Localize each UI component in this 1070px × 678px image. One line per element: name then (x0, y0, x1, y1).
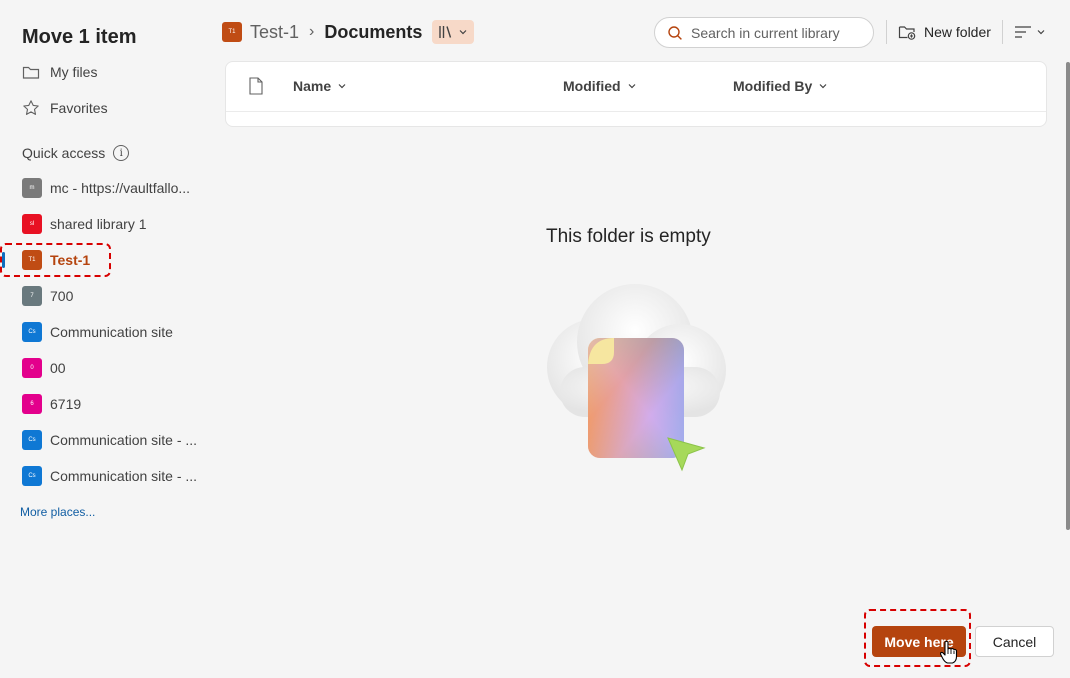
new-folder-button[interactable]: New folder (898, 20, 991, 44)
quick-access-label: Quick access (22, 145, 106, 161)
quick-access-item-label: Communication site - ... (50, 432, 198, 448)
star-icon (23, 100, 39, 115)
nav-favorites[interactable]: Favorites (22, 96, 108, 120)
quick-access-item-label: 00 (50, 360, 66, 376)
chevron-down-icon (819, 84, 827, 89)
view-options-button[interactable] (1014, 20, 1046, 44)
file-table: Name Modified Modified By (225, 61, 1047, 127)
empty-state-title: This folder is empty (546, 226, 711, 247)
quick-access-item-label: Test-1 (50, 252, 91, 268)
file-type-icon[interactable] (249, 77, 263, 95)
site-badge: Cs (22, 322, 42, 342)
chevron-down-icon (1037, 30, 1045, 35)
table-header-divider (226, 111, 1046, 112)
site-badge: Cs (22, 466, 42, 486)
site-badge: 0 (22, 358, 42, 378)
quick-access-item[interactable]: m mc - https://vaultfallo... (22, 176, 202, 200)
site-badge: sl (22, 214, 42, 234)
quick-access-item-label: 700 (50, 288, 74, 304)
breadcrumb-separator: › (309, 23, 315, 40)
quick-access-item[interactable]: 0 00 (22, 356, 202, 380)
more-places-link[interactable]: More places... (20, 505, 95, 519)
search-input[interactable] (691, 24, 861, 41)
column-header-name-label: Name (293, 78, 332, 94)
empty-folder-illustration (547, 284, 726, 472)
chevron-down-icon (338, 84, 346, 89)
nav-my-files-label: My files (50, 64, 98, 80)
chevron-down-icon (459, 30, 467, 35)
quick-access-header: Quick access i (22, 143, 130, 163)
column-header-modified-by[interactable]: Modified By (733, 76, 828, 96)
search-icon (668, 25, 682, 40)
site-badge: 7 (22, 286, 42, 306)
info-icon[interactable]: i (113, 145, 130, 161)
new-folder-icon (898, 26, 916, 40)
list-view-icon (1015, 26, 1031, 38)
scrollbar[interactable] (1066, 62, 1070, 530)
toolbar-divider (886, 20, 887, 44)
column-header-name[interactable]: Name (293, 76, 347, 96)
site-badge: Cs (22, 430, 42, 450)
folder-icon (22, 66, 40, 79)
quick-access-item[interactable]: Cs Communication site (22, 320, 202, 344)
new-folder-label: New folder (924, 24, 991, 40)
site-badge: 6 (22, 394, 42, 414)
library-icon (439, 26, 452, 38)
breadcrumb-site[interactable]: Test-1 (250, 22, 299, 43)
quick-access-item[interactable]: 6 6719 (22, 392, 202, 416)
quick-access-item[interactable]: 7 700 (22, 284, 202, 308)
breadcrumb: T1 Test-1 › Documents (222, 18, 475, 46)
breadcrumb-current: Documents (324, 21, 423, 42)
dialog-title: Move 1 item (22, 26, 137, 48)
site-badge: m (22, 178, 42, 198)
site-badge: T1 (222, 22, 242, 42)
nav-my-files[interactable]: My files (22, 60, 97, 84)
column-header-modified-by-label: Modified By (733, 78, 813, 94)
quick-access-item[interactable]: Cs Communication site - ... (22, 464, 202, 488)
quick-access-item-label: shared library 1 (50, 216, 147, 232)
library-switcher-button[interactable] (432, 20, 475, 44)
nav-favorites-label: Favorites (50, 100, 108, 116)
sidebar: Move 1 item My files Favorites Quick acc… (0, 0, 210, 678)
quick-access-item-label: 6719 (50, 396, 82, 412)
quick-access-item-label: Communication site (50, 324, 173, 340)
quick-access-item[interactable]: Cs Communication site - ... (22, 428, 202, 452)
toolbar-divider (1002, 20, 1003, 44)
quick-access-item-label: Communication site - ... (50, 468, 198, 484)
quick-access-item[interactable]: sl shared library 1 (22, 212, 202, 236)
quick-access-item[interactable]: T1 Test-1 (22, 248, 202, 272)
quick-access-item-label: mc - https://vaultfallo... (50, 180, 191, 196)
column-header-modified[interactable]: Modified (563, 76, 637, 96)
search-box[interactable] (654, 17, 874, 48)
site-badge: T1 (22, 250, 42, 270)
cancel-button[interactable]: Cancel (975, 626, 1054, 657)
chevron-down-icon (628, 84, 635, 89)
column-header-modified-label: Modified (563, 78, 621, 94)
hand-cursor-icon (940, 640, 958, 664)
